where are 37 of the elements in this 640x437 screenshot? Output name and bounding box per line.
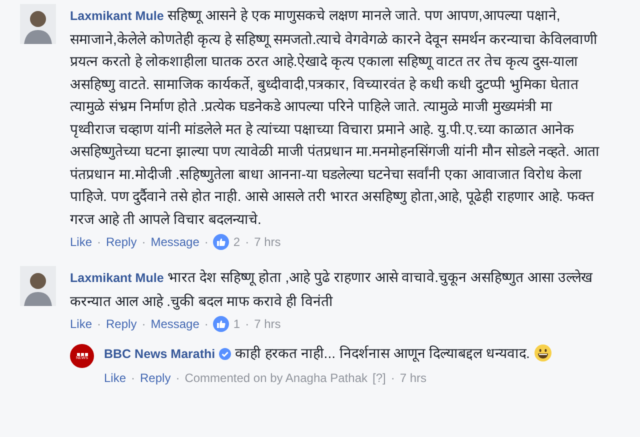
action-link[interactable]: Reply	[140, 368, 171, 386]
separator-dot: ·	[204, 234, 208, 251]
separator-dot: ·	[245, 316, 250, 333]
separator-dot: ·	[97, 316, 102, 333]
bbc-logo-icon	[76, 352, 88, 356]
comment-text: Laxmikant Mule भारत देश सहिष्णू होता ,आहे पुढे राहणार आसे वाचावे.चुकून असहिष्णुत आसा उल्लेख करन्यात आल आहे .चुकी बदल माफ करावे ही विनंती	[70, 268, 594, 312]
thumbs-up-icon[interactable]	[213, 316, 230, 332]
avatar[interactable]	[20, 4, 56, 44]
timestamp[interactable]: 7 hrs	[254, 315, 281, 333]
action-link[interactable]: Reply	[106, 315, 137, 333]
thumbs-up-icon[interactable]	[213, 234, 230, 250]
action-link[interactable]: Like	[70, 315, 92, 333]
commented-by-note: Commented on by Anagha Pathak	[184, 370, 368, 386]
action-link[interactable]: Like	[104, 368, 126, 386]
separator-dot: ·	[142, 234, 146, 251]
separator-dot: ·	[390, 370, 395, 386]
action-link[interactable]: Message	[150, 233, 200, 251]
avatar[interactable]	[20, 266, 56, 306]
comment-text: Laxmikant Mule सहिष्णू आसने हे एक माणुसकचे लक्षण मानले जाते. पण आपण,आपल्या पक्षाने, समाजाने,केलेले कोणतेही कृत्य हे सहिष्णू समजतो.त्याचे वेगवेगळे कारने देवून समर्थन करन्याचा केविलवाणी प्रयत्न करतो हे लोकशाहीला घातक ठरत आहे.ऐखादे कृत्य एकाला सहिष्णू वाटत तर तेच कृत्य दुस-याला असहिष्णु वाटते. सामाजिक कार्यकर्ते, बुध्दीवादी,पत्रकार, विच्यारवंत हे कधी कधी दुटप्पी भुमिका घेतात त्यामुळे संभ्रम निर्माण होते .प्रत्येक घडनेकडे आपल्या परिने पाहिले जाते. त्यामुळे माजी मुख्यमंत्री मा पृथ्वीराज चव्हाण यांनी मांडलेले मत हे त्यांच्या पक्षाच्या विचारा प्रमाने आहे. यु.पी.ए.च्या काळात आनेक असहिष्णुतेच्या घटना झाल्या पण त्यावेळी माजी पंतप्रधान मा.मनमोहनसिंगजी यांनी मौन सोडले नव्हते. आता पंतप्रधान मा.मोदीजी .सहिष्णुतेला बाधा आनना-या घडलेल्या घटनेचा सर्वांनी एका आवाजात विरोध केला पाहिजे. पण दुर्दैवाने तसे होत नाही. आसे आसले तरी भारत असहिष्णु होता,आहे, पूढेही राहणार आहे. फक्त गरज आहे ती आपले विचार बदलन्याचे.	[70, 6, 600, 228]
author-name-link[interactable]: Laxmikant Mule	[70, 9, 164, 23]
action-link[interactable]: Like	[70, 233, 92, 251]
separator-dot: ·	[131, 370, 136, 386]
timestamp[interactable]: 7 hrs	[254, 233, 281, 251]
separator-dot: ·	[204, 316, 208, 333]
help-link[interactable]: [?]	[372, 368, 386, 386]
separator-dot: ·	[97, 234, 102, 251]
timestamp[interactable]: 7 hrs	[400, 368, 427, 386]
like-count: 2	[233, 234, 240, 251]
separator-dot: ·	[245, 234, 250, 251]
separator-dot: ·	[176, 370, 180, 386]
author-name-link[interactable]: Laxmikant Mule	[70, 271, 164, 285]
like-count: 1	[233, 316, 240, 333]
author-name-link[interactable]: BBC News Marathi	[104, 347, 216, 361]
action-link[interactable]: Reply	[106, 233, 137, 251]
separator-dot: ·	[142, 316, 146, 333]
action-link[interactable]: Message	[150, 315, 200, 333]
comment-text: BBC News Marathi काही हरकत नाही... निदर्शनास आणून दिल्याबद्दल धन्यवाद.	[104, 342, 594, 366]
